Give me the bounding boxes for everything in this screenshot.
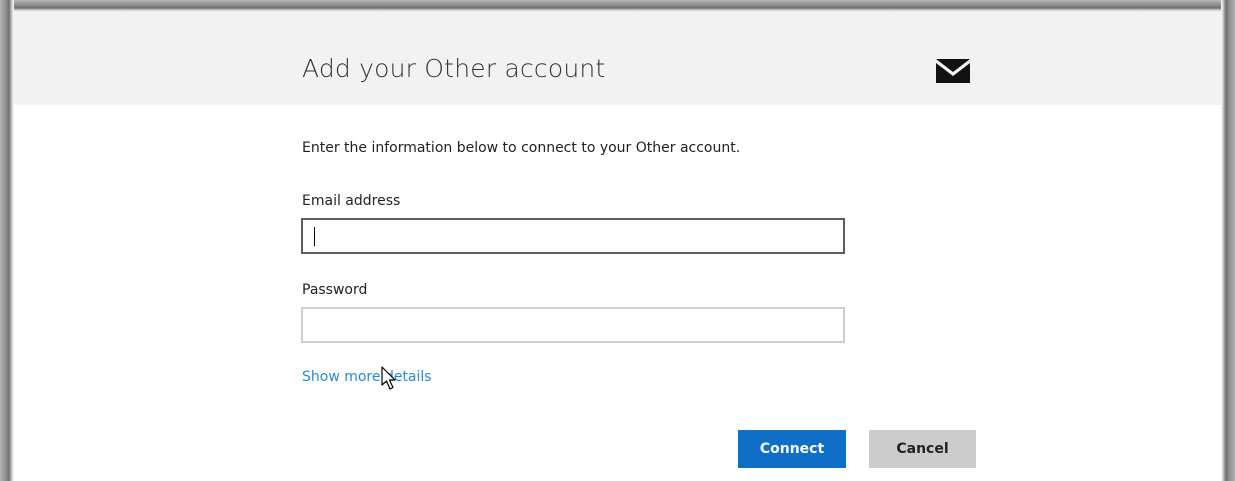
text-caret [314, 227, 315, 246]
window-shadow-top [0, 0, 1235, 12]
intro-text: Enter the information below to connect t… [302, 140, 741, 156]
email-address-input[interactable] [301, 218, 845, 254]
connect-button[interactable]: Connect [738, 430, 846, 468]
show-more-details-link[interactable]: Show more details [302, 369, 432, 385]
window-shadow-left [0, 0, 14, 481]
add-account-dialog: Add your Other account Enter the informa… [0, 0, 1235, 481]
cancel-button[interactable]: Cancel [869, 430, 976, 468]
password-input[interactable] [301, 307, 845, 343]
password-label: Password [302, 282, 368, 298]
mail-envelope-icon [936, 59, 970, 83]
window-shadow-right [1221, 0, 1235, 481]
email-address-label: Email address [302, 193, 401, 209]
dialog-title: Add your Other account [302, 54, 606, 83]
dialog-header: Add your Other account [14, 12, 1221, 105]
mouse-pointer-icon [381, 366, 396, 390]
